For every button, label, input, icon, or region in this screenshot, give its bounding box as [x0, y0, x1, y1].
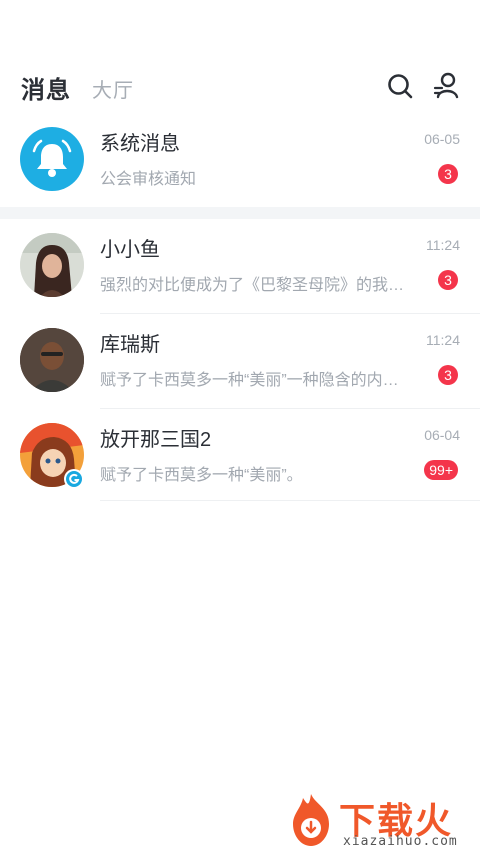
unread-badge: 3 [438, 270, 458, 290]
game-avatar [20, 423, 84, 489]
list-item-preview: 公会审核通知 [100, 171, 197, 188]
row-divider [100, 500, 480, 501]
watermark-url: xiazaihuo.com [343, 834, 458, 849]
list-item-title: 放开那三国2 [100, 429, 212, 451]
bell-icon [20, 127, 84, 191]
game-badge-icon [64, 469, 84, 489]
section-divider [0, 207, 480, 219]
tab-messages[interactable]: 消息 [21, 70, 71, 105]
list-item-preview: 强烈的对比便成为了《巴黎圣母院》的我… [100, 277, 405, 294]
list-item-title: 小小鱼 [100, 239, 160, 261]
list-item-preview: 赋予了卡西莫多一种“美丽”一种隐含的内… [100, 372, 399, 389]
list-item-preview: 赋予了卡西莫多一种“美丽”。 [100, 467, 303, 484]
user-avatar [20, 328, 84, 392]
unread-badge: 3 [438, 365, 458, 385]
list-item-time: 11:24 [426, 332, 460, 348]
list-item-chat[interactable]: 放开那三国2 赋予了卡西莫多一种“美丽”。 06-04 99+ [0, 409, 480, 504]
watermark-logo: 下载火 xiazaihuo.com [283, 790, 478, 852]
list-item-time: 06-05 [424, 131, 460, 147]
list-item-title: 系统消息 [100, 133, 180, 155]
flame-icon [293, 794, 329, 846]
unread-badge: 3 [438, 164, 458, 184]
list-item-title: 库瑞斯 [100, 334, 160, 356]
list-item-chat[interactable]: 库瑞斯 赋予了卡西莫多一种“美丽”一种隐含的内… 11:24 3 [0, 314, 480, 409]
tab-hall[interactable]: 大厅 [92, 74, 134, 103]
header: 消息 大厅 [0, 60, 480, 110]
list-item-system[interactable]: 系统消息 公会审核通知 06-05 3 [0, 113, 480, 208]
list-item-time: 06-04 [424, 427, 460, 443]
list-item-chat[interactable]: 小小鱼 强烈的对比便成为了《巴黎圣母院》的我… 11:24 3 [0, 219, 480, 314]
user-avatar [20, 233, 84, 297]
search-icon[interactable] [386, 72, 414, 100]
contacts-icon[interactable] [433, 72, 461, 100]
list-item-time: 11:24 [426, 237, 460, 253]
unread-badge: 99+ [424, 460, 458, 480]
